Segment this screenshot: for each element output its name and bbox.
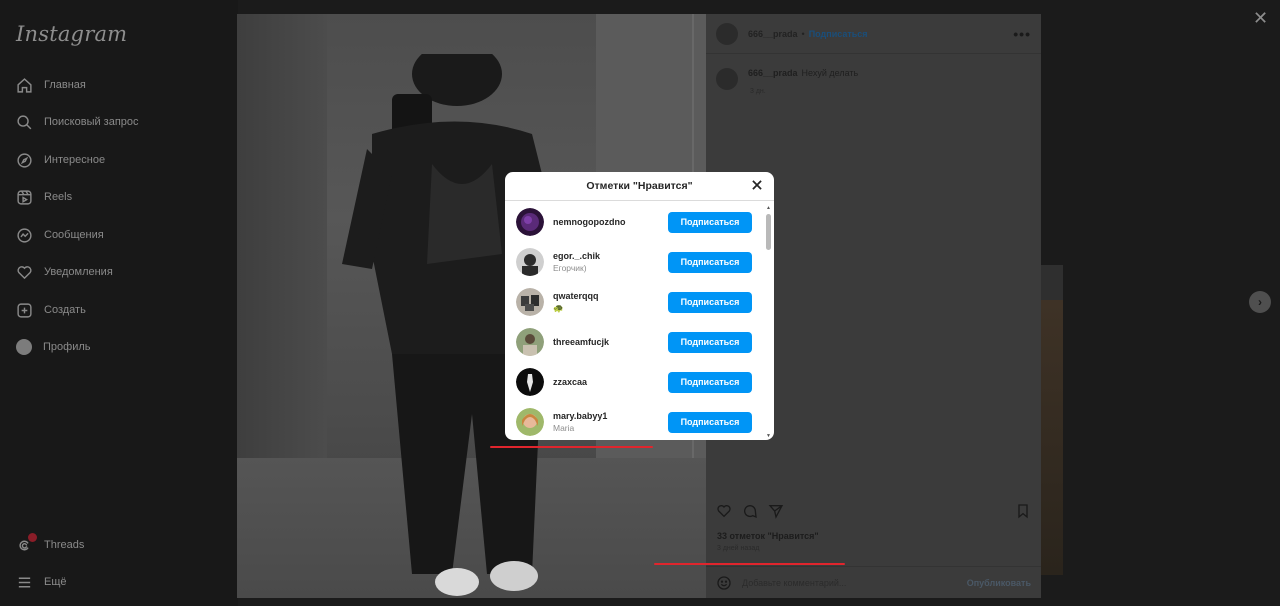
post-caption: 666__prada Нехуй делать: [716, 68, 858, 90]
publish-comment-button[interactable]: Опубликовать: [967, 578, 1031, 588]
sidebar-item-label: Создать: [44, 304, 86, 316]
emoji-icon[interactable]: [716, 575, 732, 591]
compass-icon: [16, 152, 33, 169]
profile-avatar: [16, 339, 32, 355]
username[interactable]: mary.babyy1: [553, 411, 607, 421]
follow-button[interactable]: Подписаться: [668, 371, 752, 393]
messenger-icon: [16, 227, 33, 244]
author-avatar[interactable]: [716, 22, 738, 45]
user-avatar[interactable]: [516, 328, 544, 356]
list-item: qwaterqqq 🐢 Подписаться: [505, 282, 763, 322]
search-icon: [16, 114, 33, 131]
sidebar-item-label: Threads: [44, 539, 85, 551]
notification-badge: [28, 532, 37, 542]
sidebar-item-home[interactable]: Главная: [16, 74, 86, 96]
sidebar: Instagram Главная Поисковый запрос Интер…: [0, 0, 238, 606]
modal-header: Отметки "Нравится": [505, 172, 774, 201]
sidebar-item-notifications[interactable]: Уведомления: [16, 261, 113, 283]
likes-modal: Отметки "Нравится" nemnogopozdno Подписа…: [505, 172, 774, 440]
likes-count[interactable]: 33 отметок "Нравится": [717, 531, 819, 541]
sidebar-item-profile[interactable]: Профиль: [16, 336, 91, 358]
user-avatar[interactable]: [516, 368, 544, 396]
comment-icon[interactable]: [742, 503, 758, 519]
plus-square-icon: [16, 302, 33, 319]
user-avatar[interactable]: [516, 288, 544, 316]
follow-button[interactable]: Подписаться: [668, 331, 752, 353]
user-avatar[interactable]: [516, 248, 544, 276]
home-icon: [16, 77, 33, 94]
next-post-button[interactable]: ›: [1249, 291, 1271, 313]
username[interactable]: qwaterqqq: [553, 291, 599, 301]
sidebar-item-more[interactable]: Ещё: [16, 571, 67, 593]
scroll-up-arrow-icon[interactable]: ▲: [766, 205, 771, 211]
author-username[interactable]: 666__prada: [748, 29, 798, 39]
username[interactable]: egor._.chik: [553, 251, 600, 261]
caption-username[interactable]: 666__prada: [748, 68, 798, 78]
sidebar-item-label: Ещё: [44, 576, 67, 588]
full-name: 🐢: [553, 302, 564, 313]
follow-button[interactable]: Подписаться: [668, 251, 752, 273]
post-header: 666__prada • Подписаться •••: [706, 14, 1041, 54]
comment-bar: Опубликовать: [706, 566, 1041, 598]
follow-author-button[interactable]: Подписаться: [809, 29, 868, 39]
comment-input[interactable]: [742, 577, 942, 588]
sidebar-item-create[interactable]: Создать: [16, 299, 86, 321]
like-icon[interactable]: [716, 503, 732, 519]
list-item: threeamfucjk Подписаться: [505, 322, 763, 362]
threads-icon: [16, 532, 37, 554]
separator-dot: •: [801, 28, 805, 39]
scroll-down-arrow-icon[interactable]: ▼: [766, 433, 771, 439]
annotation-underline: [654, 563, 845, 565]
sidebar-item-label: Интересное: [44, 154, 106, 166]
list-item: zzaxcaa Подписаться: [505, 362, 763, 402]
list-item: mary.babyy1 Maria Подписаться: [505, 402, 763, 440]
scrollbar[interactable]: ▲ ▼: [764, 202, 773, 440]
username[interactable]: nemnogopozdno: [553, 217, 625, 227]
heart-icon: [16, 264, 33, 281]
list-item: nemnogopozdno Подписаться: [505, 202, 763, 242]
sidebar-item-threads[interactable]: Threads: [16, 532, 85, 556]
menu-icon: [16, 574, 33, 591]
caption-body: Нехуй делать: [801, 68, 859, 78]
caption-avatar[interactable]: [716, 68, 738, 90]
sidebar-item-label: Уведомления: [44, 266, 113, 278]
next-post-edge: [1041, 265, 1063, 300]
full-name: Егорчик): [553, 263, 587, 273]
scrollbar-thumb[interactable]: [766, 214, 771, 250]
likes-list[interactable]: nemnogopozdno Подписаться egor._.chik Ег…: [505, 202, 774, 440]
follow-button[interactable]: Подписаться: [668, 291, 752, 313]
modal-title: Отметки "Нравится": [586, 180, 693, 192]
user-avatar[interactable]: [516, 408, 544, 436]
reels-icon: [16, 189, 33, 206]
full-name: Maria: [553, 423, 575, 433]
next-post-preview: [1041, 300, 1063, 575]
annotation-underline: [490, 446, 653, 448]
follow-button[interactable]: Подписаться: [668, 211, 752, 233]
sidebar-item-label: Профиль: [43, 341, 91, 353]
sidebar-item-label: Сообщения: [44, 229, 104, 241]
sidebar-item-label: Reels: [44, 191, 73, 203]
follow-button[interactable]: Подписаться: [668, 411, 752, 433]
instagram-logo[interactable]: Instagram: [16, 22, 127, 46]
sidebar-item-messages[interactable]: Сообщения: [16, 224, 104, 246]
sidebar-item-label: Главная: [44, 79, 86, 91]
more-options-icon[interactable]: •••: [1013, 26, 1031, 42]
sidebar-item-search[interactable]: Поисковый запрос: [16, 111, 139, 133]
sidebar-item-label: Поисковый запрос: [44, 116, 139, 128]
close-post-icon[interactable]: ✕: [1253, 8, 1268, 29]
share-icon[interactable]: [768, 503, 784, 519]
username[interactable]: threeamfucjk: [553, 337, 609, 347]
sidebar-item-reels[interactable]: Reels: [16, 186, 72, 208]
caption-text-block: 666__prada Нехуй делать: [748, 68, 858, 90]
sidebar-item-explore[interactable]: Интересное: [16, 149, 105, 171]
user-avatar[interactable]: [516, 208, 544, 236]
caption-timestamp: 3 дн.: [750, 88, 766, 95]
bookmark-icon[interactable]: [1015, 503, 1031, 519]
post-actions: [716, 502, 1031, 520]
list-item: egor._.chik Егорчик) Подписаться: [505, 242, 763, 282]
username[interactable]: zzaxcaa: [553, 377, 587, 387]
post-timestamp: 3 дней назад: [717, 545, 760, 552]
close-icon[interactable]: [750, 178, 764, 192]
